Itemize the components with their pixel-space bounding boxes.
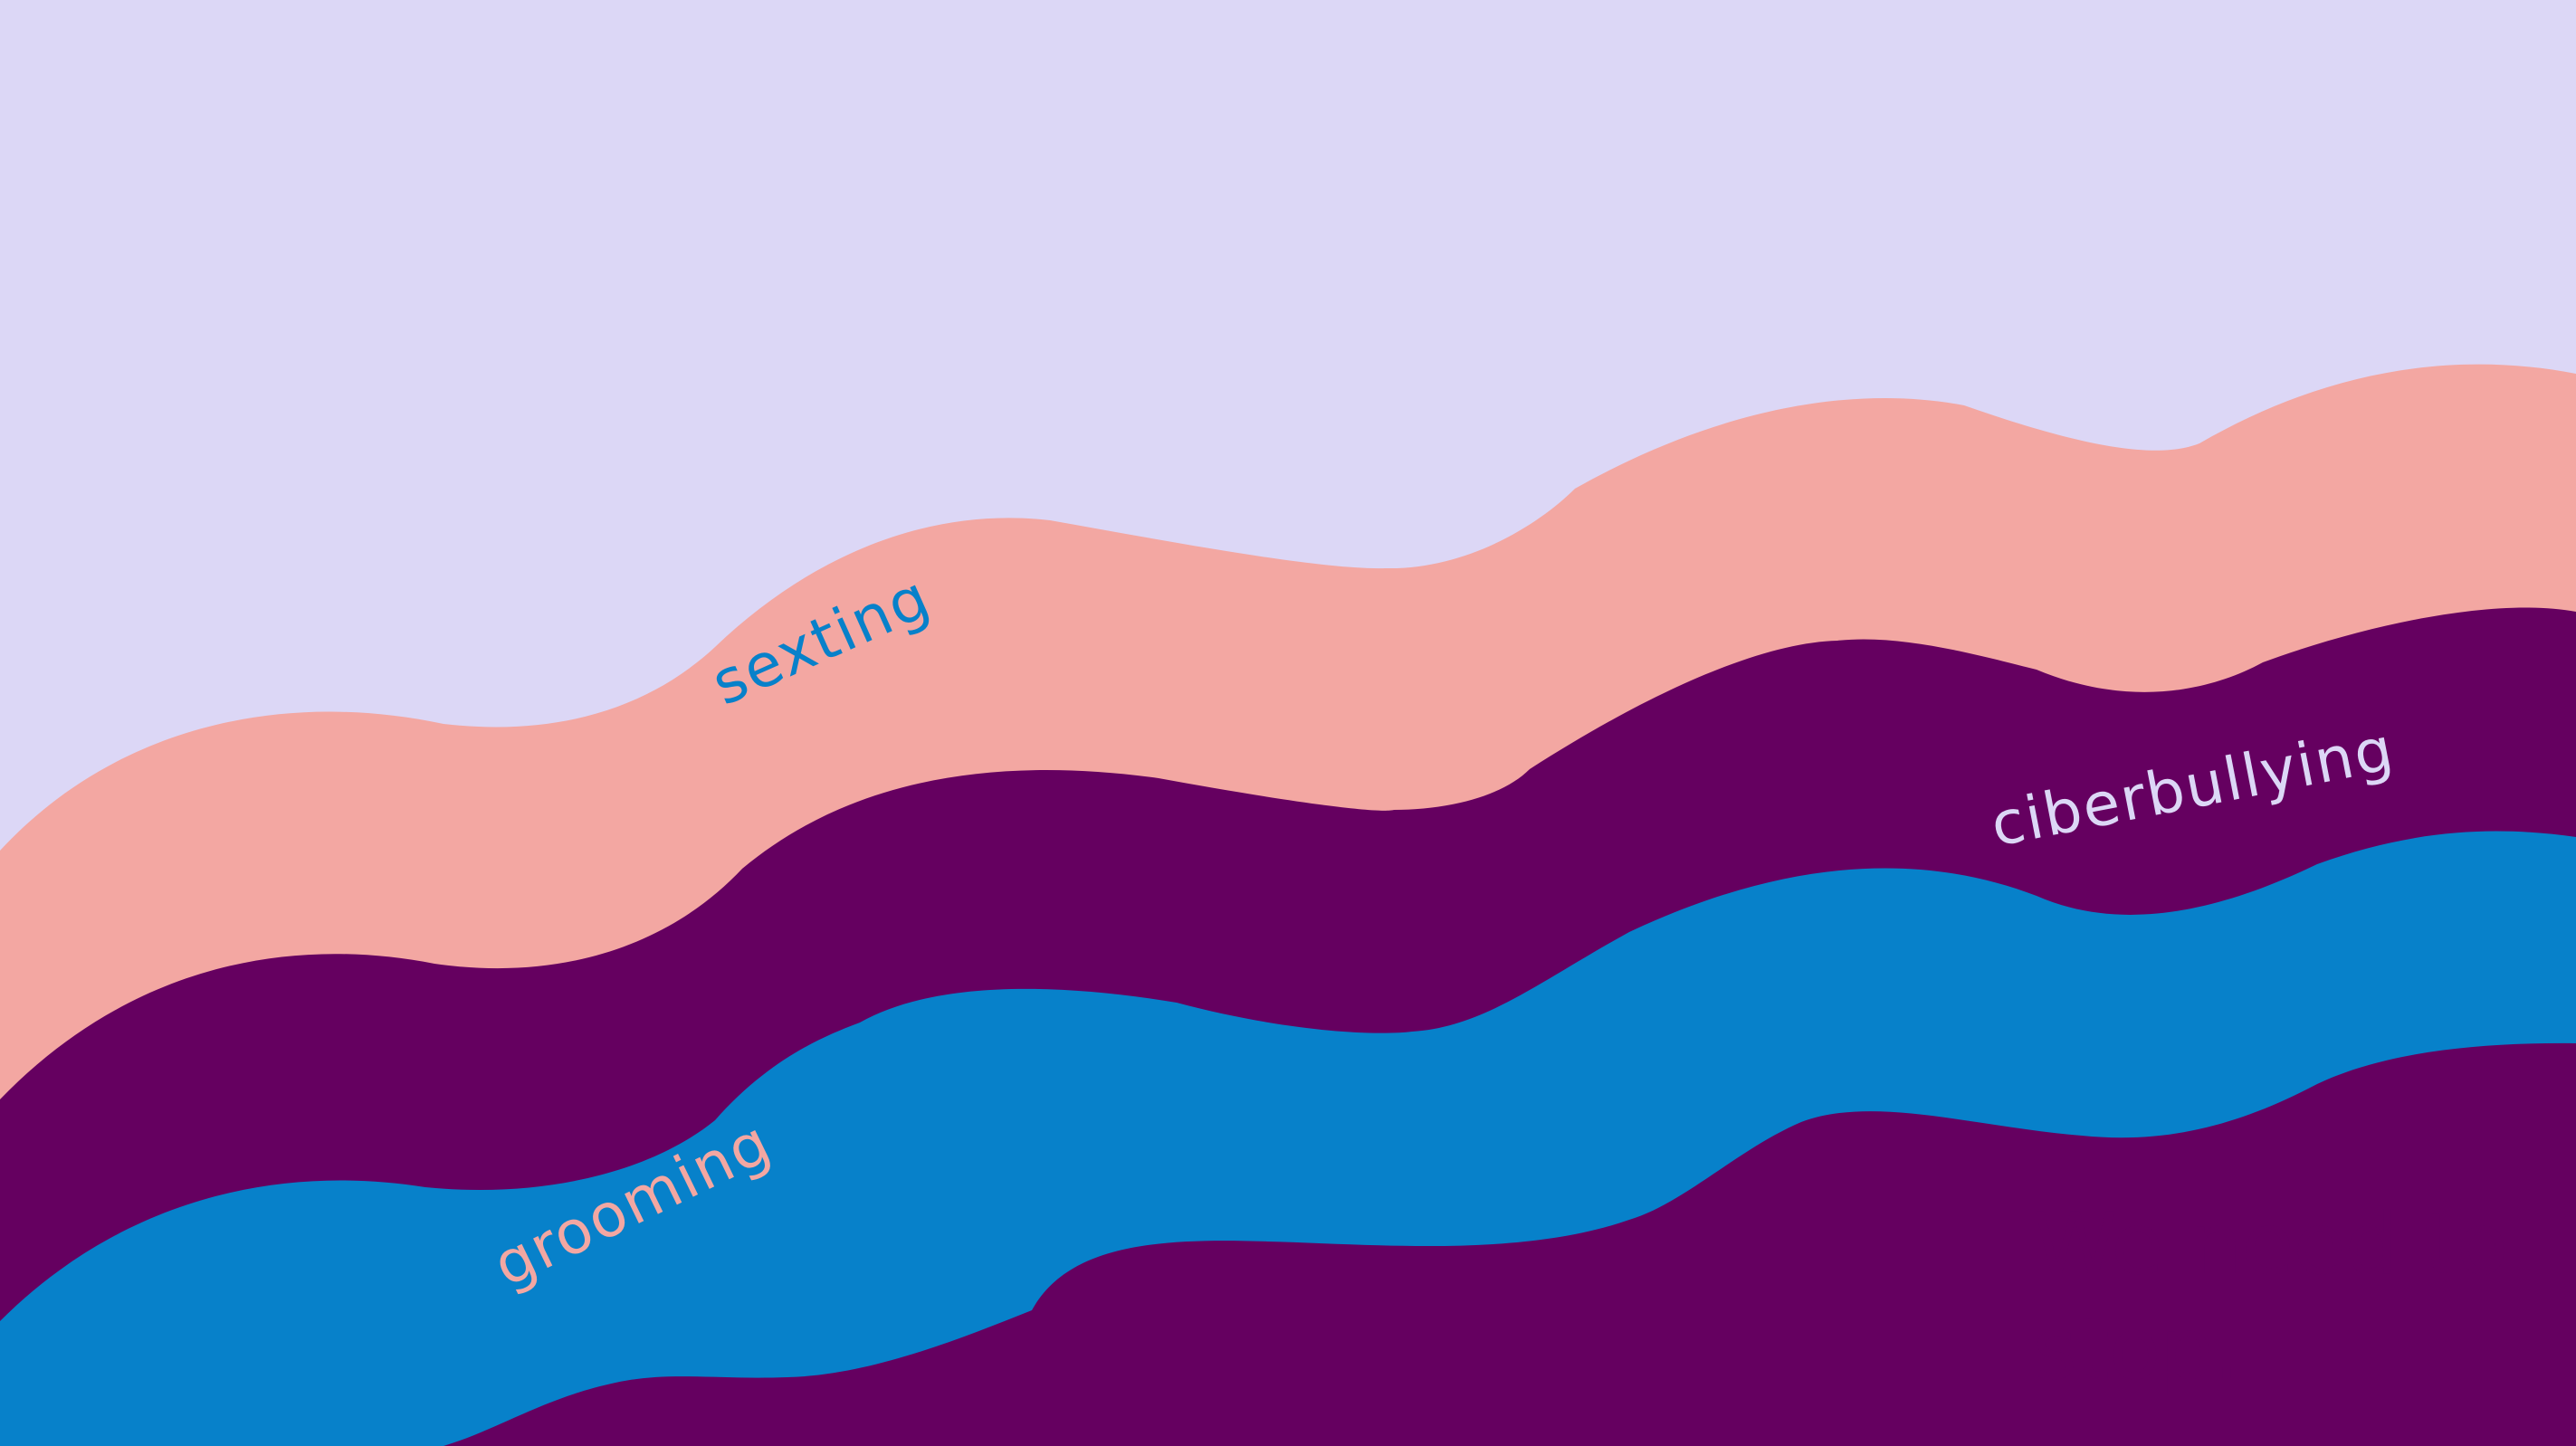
headline-line-2: stop. xyxy=(2033,1300,2240,1399)
slide-canvas: sexting ciberbullying grooming We need t… xyxy=(0,0,2576,1446)
headline-line-1: We need to xyxy=(2033,1195,2508,1294)
headline-text: We need to stop. xyxy=(2033,1193,2540,1403)
